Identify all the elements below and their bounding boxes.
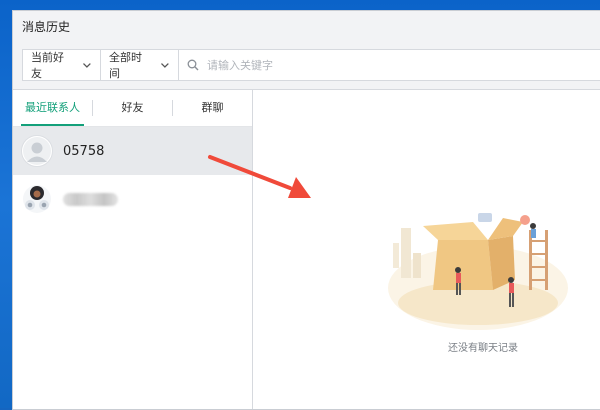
contact-tabs: 最近联系人 好友 群聊: [13, 90, 252, 127]
contact-name: 05758: [63, 143, 105, 159]
friend-select-label: 当前好友: [31, 51, 64, 80]
tab-friends[interactable]: 好友: [93, 90, 172, 126]
friend-select[interactable]: 当前好友: [23, 50, 101, 80]
search-icon: [187, 59, 199, 71]
tab-recent-contacts[interactable]: 最近联系人: [13, 90, 92, 126]
time-select[interactable]: 全部时间: [101, 50, 179, 80]
search-box[interactable]: [179, 57, 600, 73]
title-bar: 消息历史: [13, 11, 600, 41]
content-area: 最近联系人 好友 群聊 05758 还没有聊天记录: [13, 89, 600, 409]
empty-state-message: 还没有聊天记录: [448, 343, 518, 354]
search-input[interactable]: [205, 57, 509, 73]
tab-groups[interactable]: 群聊: [173, 90, 252, 126]
default-avatar-icon: [21, 135, 53, 167]
contact-name-redacted: [63, 192, 118, 206]
empty-box-illustration-icon: [388, 213, 568, 330]
time-select-label: 全部时间: [109, 51, 142, 80]
chevron-down-icon: [83, 63, 91, 68]
message-panel: 还没有聊天记录: [253, 90, 600, 409]
contact-item[interactable]: [13, 175, 252, 223]
chevron-down-icon: [161, 63, 169, 68]
contact-item[interactable]: 05758: [13, 127, 252, 175]
photo-avatar-icon: [21, 183, 53, 215]
contact-panel: 最近联系人 好友 群聊 05758: [13, 90, 253, 409]
message-history-window: 消息历史 当前好友 全部时间 最近联系人 好友 群聊: [12, 10, 600, 410]
window-title: 消息历史: [22, 19, 71, 34]
filter-bar: 当前好友 全部时间: [22, 49, 600, 81]
